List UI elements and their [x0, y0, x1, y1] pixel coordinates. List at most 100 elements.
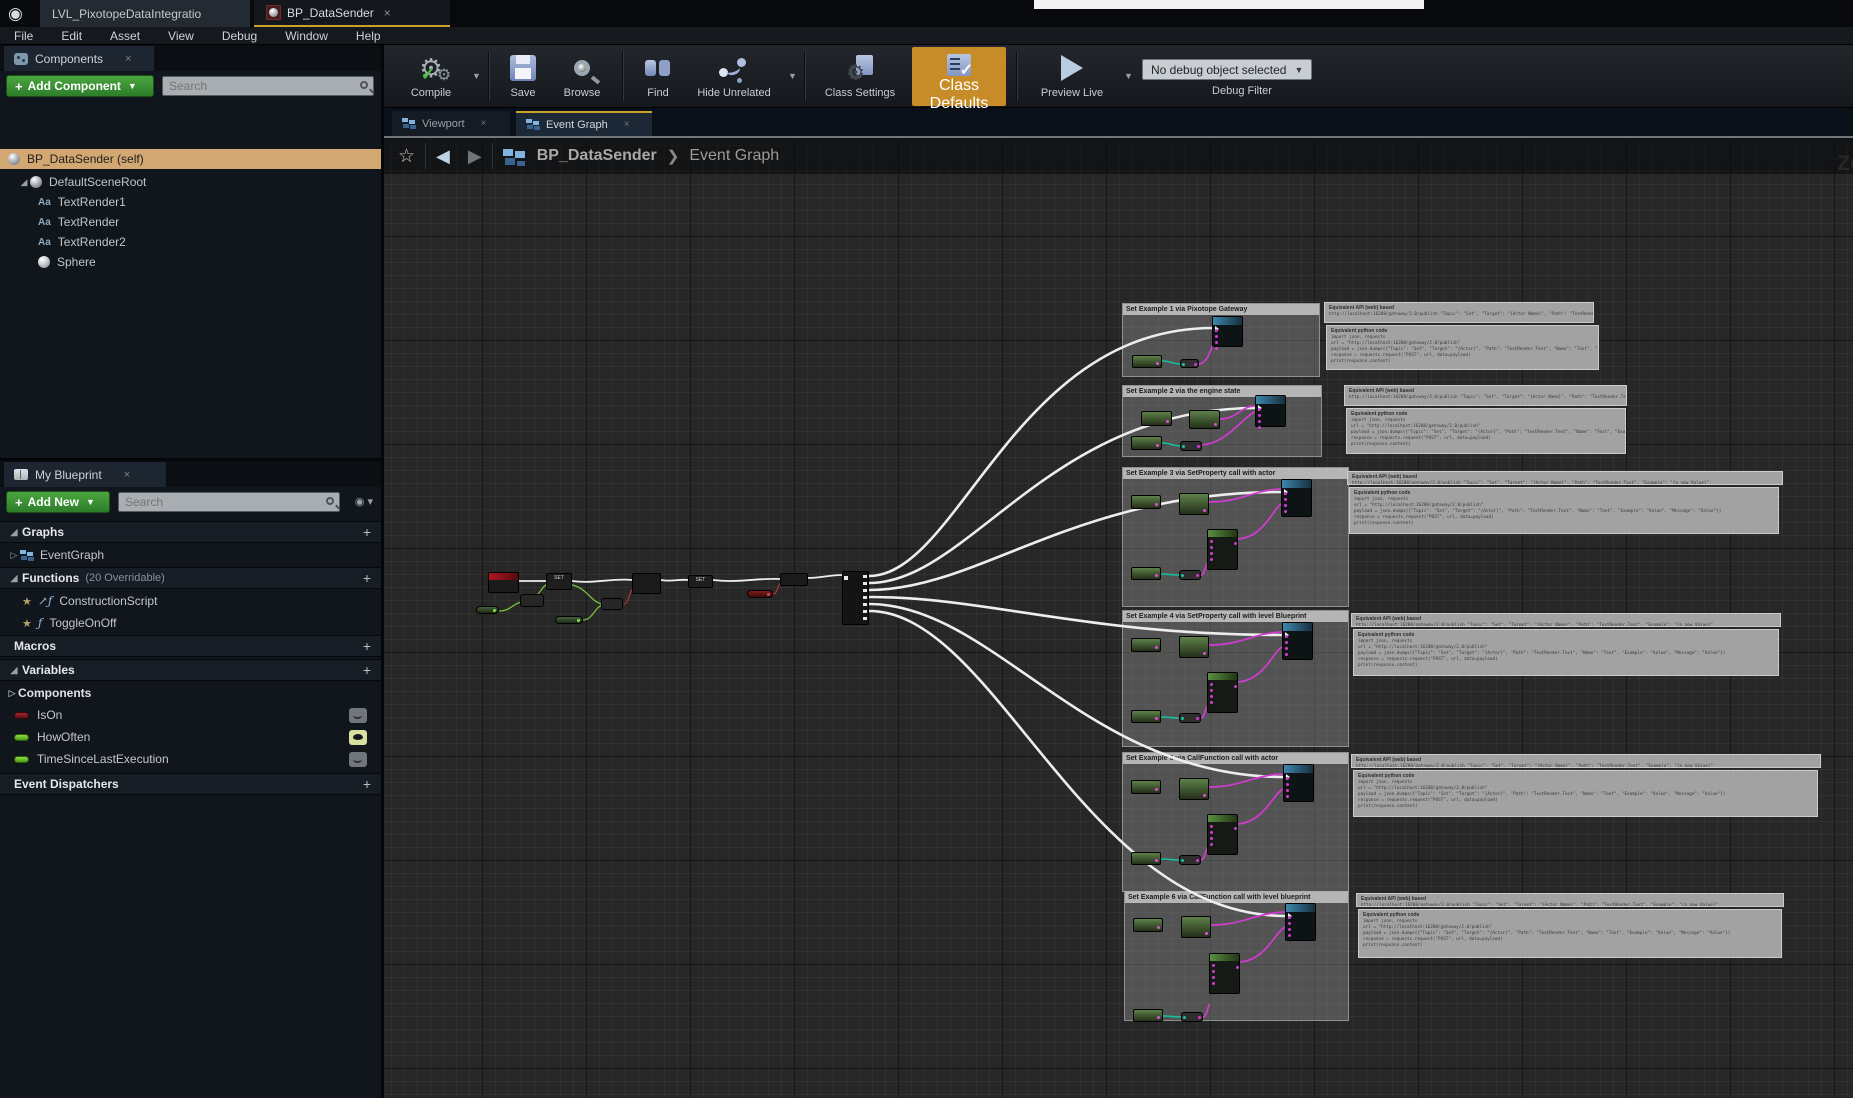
row-var-ison[interactable]: IsOn: [0, 705, 381, 725]
graph-node-green[interactable]: [1179, 778, 1209, 800]
graph-node-op[interactable]: [520, 594, 544, 607]
graph-node-green[interactable]: [1141, 411, 1172, 426]
graph-node-set[interactable]: SET: [546, 573, 572, 590]
graph-node-set[interactable]: SET: [688, 575, 713, 588]
graph-canvas[interactable]: ☆ ◀ ▶ BP_DataSender ❯ Event Graph Zo Set…: [384, 136, 1853, 1098]
graph-node-green[interactable]: [1131, 567, 1161, 580]
debug-object-dropdown[interactable]: No debug object selected ▼: [1142, 59, 1312, 80]
graph-node-bgreen[interactable]: [1207, 672, 1238, 713]
expander-icon[interactable]: ◢: [8, 665, 20, 676]
tab-viewport[interactable]: Viewport ×: [392, 111, 510, 136]
graph-node-tiny[interactable]: [1180, 441, 1202, 451]
row-toggleonoff[interactable]: ★ ƒ ToggleOnOff: [0, 613, 381, 633]
menu-view[interactable]: View: [154, 27, 208, 45]
menu-help[interactable]: Help: [342, 27, 395, 45]
component-row-textrender2[interactable]: Aa TextRender2: [0, 233, 381, 251]
preview-live-button[interactable]: Preview Live: [1028, 50, 1116, 104]
graph-node-green[interactable]: [1131, 710, 1161, 723]
close-icon[interactable]: ×: [125, 53, 131, 65]
class-defaults-button[interactable]: Class Defaults: [912, 47, 1006, 106]
component-row-defaultsceneroot[interactable]: ◢ DefaultSceneRoot: [0, 173, 381, 191]
asset-tab-level[interactable]: LVL_PixotopeDataIntegratio: [40, 0, 250, 27]
close-icon[interactable]: ×: [624, 119, 630, 130]
graph-node-seq[interactable]: [842, 571, 869, 625]
close-icon[interactable]: ×: [384, 6, 391, 20]
hide-unrelated-chevron-icon[interactable]: ▼: [788, 71, 797, 81]
row-components-group[interactable]: ▷ Components: [0, 683, 381, 703]
browse-button[interactable]: Browse: [552, 50, 612, 104]
find-button[interactable]: Find: [632, 50, 684, 104]
expander-icon[interactable]: ◢: [8, 527, 20, 538]
preview-live-chevron-icon[interactable]: ▼: [1124, 71, 1133, 81]
tab-components[interactable]: Components ×: [4, 46, 154, 71]
graph-node-green[interactable]: [1133, 918, 1163, 932]
menu-edit[interactable]: Edit: [47, 27, 96, 45]
graph-node-green[interactable]: [1131, 852, 1161, 865]
section-graphs[interactable]: ◢ Graphs +: [0, 521, 381, 543]
menu-debug[interactable]: Debug: [208, 27, 271, 45]
graph-node-green[interactable]: [1131, 638, 1161, 652]
graph-node-op[interactable]: [601, 598, 623, 610]
section-macros[interactable]: Macros +: [0, 635, 381, 657]
section-event-dispatchers[interactable]: Event Dispatchers +: [0, 773, 381, 795]
graph-node-dark[interactable]: [632, 573, 661, 594]
row-var-howoften[interactable]: HowOften: [0, 727, 381, 747]
eye-closed-icon[interactable]: [349, 752, 367, 767]
section-variables[interactable]: ◢ Variables +: [0, 659, 381, 681]
graph-node-bgreen[interactable]: [1207, 814, 1238, 855]
row-constructionscript[interactable]: ★ ↗ƒ ConstructionScript: [0, 591, 381, 611]
row-var-timesincelastexecution[interactable]: TimeSinceLastExecution: [0, 749, 381, 769]
myblueprint-search[interactable]: [118, 492, 340, 512]
close-icon[interactable]: ×: [481, 118, 487, 129]
compile-button[interactable]: ⚙⚙✓ Compile: [398, 50, 464, 104]
graph-node-tiny[interactable]: [1179, 713, 1201, 723]
eye-closed-icon[interactable]: [349, 708, 367, 723]
section-functions[interactable]: ◢ Functions (20 Overridable) +: [0, 567, 381, 589]
graph-node-blue[interactable]: [1281, 479, 1312, 517]
breadcrumb-root[interactable]: BP_DataSender: [537, 147, 657, 165]
forward-button[interactable]: ▶: [468, 146, 482, 167]
save-button[interactable]: Save: [496, 50, 550, 104]
graph-node-tiny[interactable]: [1180, 359, 1199, 368]
add-macro-button[interactable]: +: [363, 638, 371, 654]
graph-node-tiny[interactable]: [1181, 1012, 1203, 1022]
component-row-textrender1[interactable]: Aa TextRender1: [0, 193, 381, 211]
add-function-button[interactable]: +: [363, 570, 371, 586]
component-row-textrender[interactable]: Aa TextRender: [0, 213, 381, 231]
menu-asset[interactable]: Asset: [96, 27, 154, 45]
components-search-input[interactable]: [167, 77, 335, 95]
myblueprint-search-input[interactable]: [123, 493, 299, 511]
graph-node-green[interactable]: [1179, 493, 1209, 515]
graph-node-green[interactable]: [1133, 1009, 1163, 1022]
menu-file[interactable]: File: [0, 27, 47, 45]
eye-open-icon[interactable]: [349, 730, 367, 745]
component-row-sphere[interactable]: Sphere: [0, 253, 381, 271]
components-search[interactable]: [162, 76, 374, 96]
add-graph-button[interactable]: +: [363, 524, 371, 540]
graph-node-blue[interactable]: [1212, 316, 1243, 347]
view-options-eye-icon[interactable]: ◉ ▾: [355, 495, 373, 508]
add-dispatcher-button[interactable]: +: [363, 776, 371, 792]
graph-node-gpill[interactable]: [555, 616, 583, 624]
compile-options-chevron-icon[interactable]: ▼: [472, 71, 481, 81]
expander-icon[interactable]: ◢: [8, 573, 20, 584]
component-row-self[interactable]: BP_DataSender (self): [0, 149, 381, 169]
asset-tab-bp-datasender[interactable]: BP_DataSender ×: [254, 0, 450, 27]
menu-window[interactable]: Window: [271, 27, 342, 45]
graph-node-green[interactable]: [1131, 780, 1161, 794]
add-component-button[interactable]: + Add Component ▼: [6, 75, 154, 97]
add-new-button[interactable]: + Add New ▼: [6, 491, 110, 513]
add-variable-button[interactable]: +: [363, 662, 371, 678]
graph-node-tiny[interactable]: [1179, 570, 1201, 580]
graph-node-bgreen[interactable]: [1207, 529, 1238, 570]
tab-event-graph[interactable]: Event Graph ×: [516, 111, 652, 136]
graph-node-green[interactable]: [1189, 410, 1220, 429]
graph-node-green[interactable]: [1131, 436, 1162, 450]
graph-node-green[interactable]: [1181, 916, 1211, 938]
graph-node-event[interactable]: [488, 572, 519, 593]
graph-node-green[interactable]: [1179, 636, 1209, 658]
graph-node-blue[interactable]: [1255, 395, 1286, 427]
expander-icon[interactable]: ◢: [18, 177, 30, 188]
graph-node-dark[interactable]: [780, 573, 808, 586]
close-icon[interactable]: ×: [124, 469, 130, 481]
